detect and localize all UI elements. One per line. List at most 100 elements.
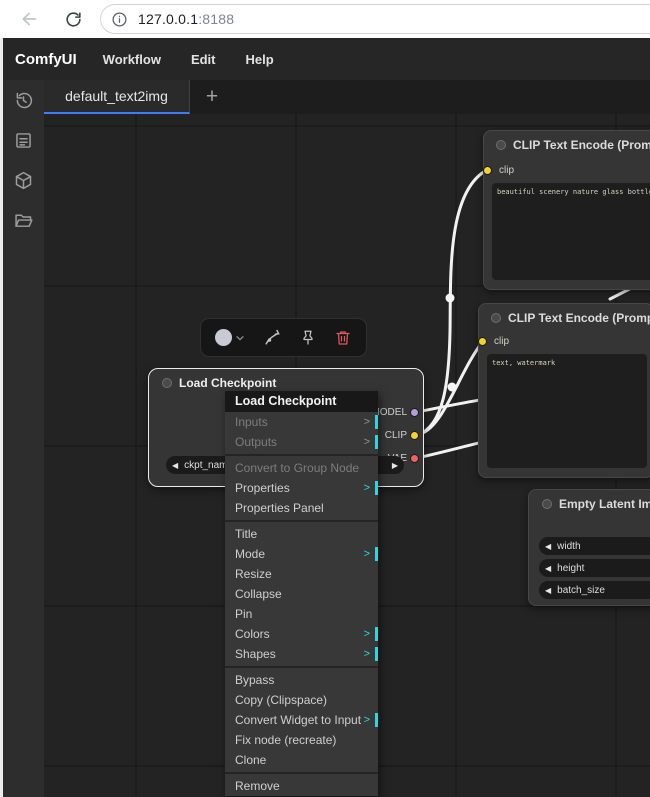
pin-icon: [299, 329, 317, 347]
menu-separator: [225, 520, 378, 522]
refresh-button[interactable]: [56, 2, 90, 36]
site-info-icon[interactable]: [111, 11, 128, 28]
sidebar-item-history[interactable]: [12, 88, 36, 112]
tab-label: default_text2img: [65, 88, 168, 104]
menu-item-convert-to-group-node[interactable]: Convert to Group Node: [225, 458, 378, 478]
submenu-bar: [375, 435, 378, 449]
height-widget[interactable]: ◀ height: [539, 559, 650, 577]
decrement-arrow-icon[interactable]: ◀: [539, 542, 557, 551]
clip-output-slot[interactable]: [410, 431, 419, 440]
menu-item-shapes[interactable]: Shapes >: [225, 644, 378, 664]
back-arrow-icon: [18, 8, 40, 30]
refresh-icon: [64, 10, 83, 29]
submenu-arrow-icon: >: [364, 478, 370, 498]
plus-icon: +: [206, 85, 218, 109]
link-midpoint-dot[interactable]: [448, 383, 457, 392]
width-widget[interactable]: ◀ width: [539, 537, 650, 555]
menu-item-remove[interactable]: Remove: [225, 776, 378, 796]
collapse-dot[interactable]: [162, 378, 172, 388]
workflows-folder-icon: [13, 210, 34, 231]
back-button[interactable]: [12, 2, 46, 36]
sidebar-item-workflows[interactable]: [12, 208, 36, 232]
sidebar-item-model-library[interactable]: [12, 168, 36, 192]
submenu-bar: [375, 481, 378, 495]
menu-item-pin[interactable]: Pin: [225, 604, 378, 624]
prev-value-arrow-icon[interactable]: ◀: [166, 461, 184, 470]
new-workflow-button[interactable]: +: [190, 80, 234, 114]
left-sidebar: [3, 80, 44, 797]
submenu-arrow-icon: >: [364, 544, 370, 564]
menu-separator: [225, 666, 378, 668]
browser-toolbar: 127.0.0.1:8188: [0, 0, 650, 38]
menu-item-bypass[interactable]: Bypass: [225, 670, 378, 690]
decrement-arrow-icon[interactable]: ◀: [539, 586, 557, 595]
submenu-bar: [375, 713, 378, 727]
clip-input-slot[interactable]: [483, 166, 492, 175]
vae-output-slot[interactable]: [410, 454, 419, 463]
submenu-arrow-icon: >: [364, 644, 370, 664]
menu-item-title[interactable]: Title: [225, 524, 378, 544]
menu-item-copy-clipspace[interactable]: Copy (Clipspace): [225, 690, 378, 710]
clip-input-label: clip: [494, 336, 509, 347]
prompt-textarea[interactable]: text, watermark: [487, 354, 647, 468]
next-value-arrow-icon[interactable]: ▶: [386, 461, 404, 470]
tab-default-text2img[interactable]: default_text2img: [44, 80, 190, 114]
node-title: CLIP Text Encode (Prompt): [513, 138, 650, 152]
menu-item-label: Convert to Group Node: [235, 461, 359, 475]
menu-help[interactable]: Help: [246, 52, 274, 67]
link-route-icon: [262, 328, 282, 348]
menu-item-label: Clone: [235, 753, 266, 767]
model-output-slot[interactable]: [410, 408, 419, 417]
menu-item-clone[interactable]: Clone: [225, 750, 378, 770]
node-color-button[interactable]: [215, 329, 245, 346]
workflow-tab-bar: default_text2img +: [44, 80, 650, 114]
node-clip-text-encode-positive[interactable]: CLIP Text Encode (Prompt) clip beautiful…: [483, 130, 650, 290]
delete-button[interactable]: [334, 329, 352, 347]
menu-item-properties-panel[interactable]: Properties Panel: [225, 498, 378, 518]
clip-input-label: clip: [499, 165, 514, 176]
menu-item-label: Bypass: [235, 673, 274, 687]
sidebar-item-queue[interactable]: [12, 128, 36, 152]
menu-item-properties[interactable]: Properties >: [225, 478, 378, 498]
comfyui-logo[interactable]: ComfyUI: [15, 51, 77, 68]
batch-size-widget[interactable]: ◀ batch_size: [539, 581, 650, 599]
menu-item-mode[interactable]: Mode >: [225, 544, 378, 564]
pin-button[interactable]: [299, 329, 317, 347]
model-library-icon: [13, 170, 34, 191]
menu-item-label: Remove: [235, 779, 280, 793]
menu-item-label: Colors: [235, 627, 270, 641]
trash-icon: [334, 329, 352, 347]
menu-item-outputs[interactable]: Outputs >: [225, 432, 378, 452]
link-midpoint-dot[interactable]: [446, 294, 455, 303]
menu-item-label: Convert Widget to Input: [235, 713, 361, 727]
address-bar[interactable]: 127.0.0.1:8188: [100, 4, 650, 34]
prompt-textarea[interactable]: beautiful scenery nature glass bottle: [492, 183, 650, 280]
decrement-arrow-icon[interactable]: ◀: [539, 564, 557, 573]
menu-item-resize[interactable]: Resize: [225, 564, 378, 584]
menu-item-label: Copy (Clipspace): [235, 693, 327, 707]
menu-workflow[interactable]: Workflow: [103, 52, 161, 67]
menu-item-label: Shapes: [235, 647, 276, 661]
node-clip-text-encode-negative[interactable]: CLIP Text Encode (Prompt) clip text, wat…: [478, 303, 650, 478]
node-title: CLIP Text Encode (Prompt): [508, 311, 650, 325]
graph-canvas[interactable]: default_text2img + CLIP Text Encode (Pro…: [44, 80, 650, 797]
menu-separator: [225, 454, 378, 456]
context-menu-title: Load Checkpoint: [225, 391, 378, 412]
url-host: 127.0.0.1: [138, 11, 198, 27]
menu-item-convert-widget-to-input[interactable]: Convert Widget to Input >: [225, 710, 378, 730]
menu-item-colors[interactable]: Colors >: [225, 624, 378, 644]
menu-item-collapse[interactable]: Collapse: [225, 584, 378, 604]
collapse-dot[interactable]: [542, 499, 552, 509]
link-visibility-button[interactable]: [262, 328, 282, 348]
menu-item-label: Resize: [235, 567, 272, 581]
collapse-dot[interactable]: [496, 140, 506, 150]
node-empty-latent-image[interactable]: Empty Latent Image ◀ width ◀ height ◀ ba…: [528, 489, 650, 606]
menu-edit[interactable]: Edit: [191, 52, 216, 67]
queue-icon: [13, 130, 34, 151]
menu-item-label: Properties Panel: [235, 501, 324, 515]
menu-item-inputs[interactable]: Inputs >: [225, 412, 378, 432]
menu-item-fix-node[interactable]: Fix node (recreate): [225, 730, 378, 750]
clip-input-slot[interactable]: [478, 337, 487, 346]
node-context-menu: Load Checkpoint Inputs > Outputs > Conve…: [225, 391, 378, 796]
collapse-dot[interactable]: [491, 313, 501, 323]
